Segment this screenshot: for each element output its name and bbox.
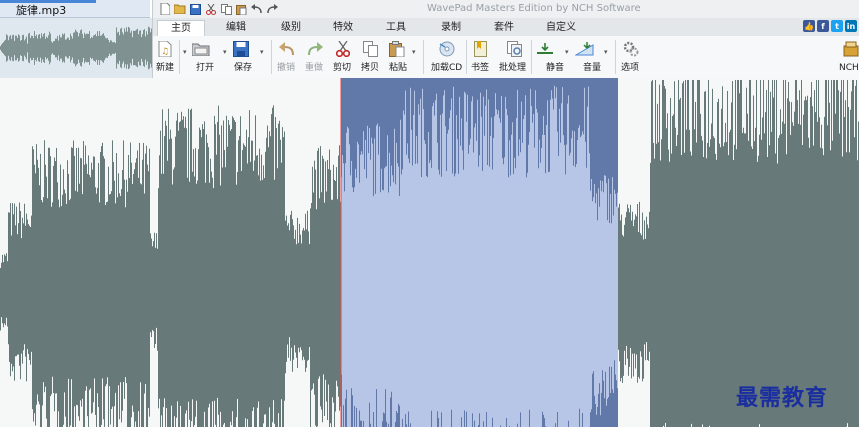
ribbon-toolbar: WavePad Masters Edition by NCH Software … bbox=[152, 0, 859, 78]
paste-button[interactable]: 粘贴 ▾ bbox=[387, 40, 421, 74]
volume-label: 音量 bbox=[583, 63, 602, 73]
new-button[interactable]: ♫ 新建 bbox=[155, 40, 177, 74]
new-icon[interactable] bbox=[159, 3, 171, 15]
nch-suite-button[interactable]: NCH套 bbox=[837, 40, 859, 74]
redo-button[interactable]: 重做 bbox=[303, 40, 327, 74]
open-icon[interactable] bbox=[174, 3, 186, 15]
save-button[interactable]: ▾ 保存 ▾ bbox=[223, 40, 269, 74]
tab-effects[interactable]: 特效 bbox=[318, 20, 368, 36]
tab-levels[interactable]: 级别 bbox=[266, 20, 316, 36]
undo-button[interactable]: 撤销 bbox=[275, 40, 299, 74]
copy-pages-icon bbox=[361, 40, 381, 58]
ribbon-tabs: 主页 编辑 级别 特效 工具 录制 套件 自定义 👍 f t in bbox=[153, 18, 859, 36]
redo-arrow-icon bbox=[305, 40, 325, 58]
bookmark-icon bbox=[471, 40, 491, 58]
quick-access-bar: WavePad Masters Edition by NCH Software bbox=[153, 0, 859, 18]
toolbar-divider bbox=[179, 40, 180, 74]
tab-tools[interactable]: 工具 bbox=[371, 20, 421, 36]
toolbar-divider bbox=[531, 40, 532, 74]
nch-suite-icon bbox=[841, 40, 859, 58]
load-cd-label: 加载CD bbox=[431, 63, 463, 73]
new-label: 新建 bbox=[156, 63, 175, 73]
window-title: WavePad Masters Edition by NCH Software bbox=[427, 3, 641, 14]
volume-button[interactable]: 音量 ▾ bbox=[573, 40, 611, 74]
cd-icon bbox=[437, 40, 457, 58]
open-label: 打开 bbox=[196, 63, 215, 73]
svg-text:♫: ♫ bbox=[161, 47, 169, 57]
silence-dropdown-icon[interactable]: ▾ bbox=[565, 48, 569, 56]
watermark-text: 最需教育 bbox=[736, 385, 829, 411]
tab-accent-bar bbox=[0, 0, 96, 3]
home-toolbar: ♫ 新建 ▾ 打开 ▾ 保存 ▾ 撤销 重做 剪切 拷贝 粘贴 ▾ 加载CD 书… bbox=[153, 36, 859, 78]
toolbar-divider bbox=[423, 40, 424, 74]
tab-customize[interactable]: 自定义 bbox=[533, 20, 589, 36]
overview-waveform[interactable] bbox=[0, 18, 152, 78]
tab-record[interactable]: 录制 bbox=[426, 20, 476, 36]
undo-icon[interactable] bbox=[251, 3, 263, 15]
volume-dropdown-icon[interactable]: ▾ bbox=[604, 48, 608, 56]
overview-canvas[interactable] bbox=[0, 18, 152, 78]
save-disk-icon bbox=[231, 40, 251, 58]
scissors-icon bbox=[333, 40, 353, 58]
save-icon[interactable] bbox=[189, 3, 201, 15]
volume-icon bbox=[575, 40, 595, 58]
clipboard-icon bbox=[387, 40, 407, 58]
gear-icon bbox=[621, 40, 641, 58]
new-file-icon: ♫ bbox=[155, 40, 175, 58]
thumbs-up-icon[interactable]: 👍 bbox=[803, 20, 815, 32]
open-dropdown-icon[interactable]: ▾ bbox=[183, 48, 187, 56]
cut-label: 剪切 bbox=[333, 63, 352, 73]
undo-arrow-icon bbox=[277, 40, 297, 58]
batch-button[interactable]: 批处理 bbox=[497, 40, 533, 74]
cut-button[interactable]: 剪切 bbox=[331, 40, 355, 74]
toolbar-divider bbox=[615, 40, 616, 74]
file-tab-label: 旋律.mp3 bbox=[16, 4, 67, 17]
nch-suite-label: NCH套 bbox=[839, 63, 859, 73]
load-cd-button[interactable]: 加载CD bbox=[429, 40, 465, 74]
file-tab[interactable]: 旋律.mp3 bbox=[0, 0, 150, 18]
toolbar-divider bbox=[466, 40, 467, 74]
undo-label: 撤销 bbox=[277, 63, 296, 73]
tab-suite[interactable]: 套件 bbox=[479, 20, 529, 36]
open-button[interactable]: ▾ 打开 bbox=[183, 40, 217, 74]
options-label: 选项 bbox=[621, 63, 640, 73]
batch-process-icon bbox=[505, 40, 525, 58]
open-folder-icon bbox=[191, 40, 211, 58]
paste-label: 粘贴 bbox=[389, 63, 408, 73]
options-button[interactable]: 选项 bbox=[619, 40, 643, 74]
waveform-canvas[interactable] bbox=[0, 78, 859, 427]
copy-label: 拷贝 bbox=[361, 63, 380, 73]
facebook-icon[interactable]: f bbox=[817, 20, 829, 32]
waveform-view[interactable] bbox=[0, 78, 859, 427]
bookmark-label: 书签 bbox=[471, 63, 490, 73]
silence-label: 静音 bbox=[546, 63, 565, 73]
paste-dropdown-icon[interactable]: ▾ bbox=[412, 48, 416, 56]
save-label: 保存 bbox=[234, 63, 253, 73]
toolbar-divider bbox=[271, 40, 272, 74]
silence-icon bbox=[535, 40, 555, 58]
twitter-icon[interactable]: t bbox=[831, 20, 843, 32]
linkedin-icon[interactable]: in bbox=[845, 20, 857, 32]
batch-label: 批处理 bbox=[499, 63, 527, 73]
save-more-icon[interactable]: ▾ bbox=[260, 48, 264, 56]
bookmark-button[interactable]: 书签 bbox=[469, 40, 493, 74]
social-links: 👍 f t in bbox=[803, 20, 857, 32]
cut-icon[interactable] bbox=[205, 3, 217, 15]
copy-button[interactable]: 拷贝 bbox=[359, 40, 383, 74]
tab-home[interactable]: 主页 bbox=[157, 20, 205, 36]
redo-label: 重做 bbox=[305, 63, 324, 73]
save-dropdown-icon[interactable]: ▾ bbox=[223, 48, 227, 56]
paste-icon[interactable] bbox=[235, 3, 247, 15]
overview-trace bbox=[0, 26, 152, 70]
tab-edit[interactable]: 编辑 bbox=[211, 20, 261, 36]
redo-icon[interactable] bbox=[266, 3, 278, 15]
copy-icon[interactable] bbox=[220, 3, 232, 15]
